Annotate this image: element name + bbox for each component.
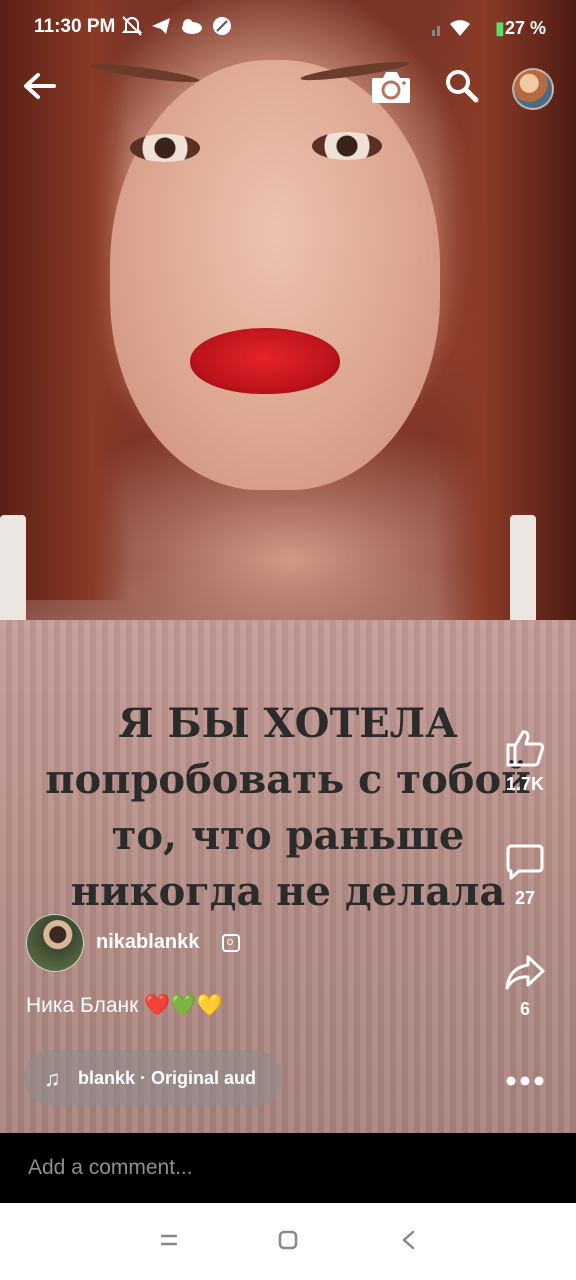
notification-icons (121, 14, 242, 44)
like-button[interactable]: 1.7K (498, 728, 552, 795)
status-right: ▮27 % (430, 16, 546, 39)
share-button[interactable]: 6 (498, 953, 552, 1020)
signal-wifi-icons (432, 20, 471, 36)
author-username[interactable]: nikablankk (96, 931, 199, 954)
more-dots-icon (506, 1076, 544, 1086)
video-strap-left (0, 515, 26, 635)
camera-icon[interactable] (370, 68, 412, 111)
comment-bar (0, 1133, 576, 1203)
recent-apps-icon[interactable] (158, 1229, 180, 1256)
search-icon[interactable] (444, 68, 480, 109)
video-face (110, 60, 440, 490)
video-lips (190, 328, 340, 394)
battery-percent-sign: % (529, 18, 546, 38)
battery-icon: ▮ (495, 18, 505, 38)
audio-label: blankk · Original aud (78, 1068, 257, 1088)
instagram-icon (222, 934, 240, 952)
battery-level: 27 (504, 18, 525, 38)
system-nav-bar (0, 1203, 576, 1280)
status-notification-icons (121, 16, 231, 36)
home-icon[interactable] (277, 1229, 299, 1256)
back-arrow-icon[interactable] (20, 66, 60, 111)
video-eye-left (130, 134, 200, 162)
audio-attribution-button[interactable]: ♫ blankk · Original aud (24, 1050, 282, 1106)
more-options-button[interactable] (506, 1064, 544, 1092)
video-eye-right (312, 132, 382, 160)
status-bar: 11:30 PM ▮27 % (0, 0, 576, 56)
overlay-text-line-4: никогда не делала (70, 868, 506, 915)
comment-button[interactable]: 27 (498, 842, 552, 909)
post-caption: Ника Бланк ❤️💚💛 (26, 994, 223, 1017)
reel-video[interactable]: Я БЫ ХОТЕЛА попробовать с тобой то, что … (0, 0, 576, 1133)
overlay-text-line-1: Я БЫ ХОТЕЛА (118, 700, 458, 747)
like-count: 1.7K (505, 774, 545, 794)
comment-input[interactable] (26, 1155, 530, 1181)
share-count: 6 (519, 999, 530, 1019)
author-avatar[interactable] (26, 914, 84, 972)
overlay-text-line-2: попробовать с тобой (45, 756, 531, 803)
thumbs-up-icon (506, 730, 545, 767)
share-arrow-icon (505, 955, 545, 990)
comment-bubble-icon (506, 844, 544, 880)
overlay-text-line-3: то, что раньше (111, 812, 465, 859)
status-time: 11:30 PM (34, 16, 116, 37)
back-nav-icon[interactable] (398, 1229, 420, 1256)
profile-avatar[interactable] (512, 68, 554, 110)
video-strap-right (510, 515, 536, 635)
comment-count: 27 (514, 888, 536, 908)
music-note-icon: ♫ (44, 1066, 61, 1091)
